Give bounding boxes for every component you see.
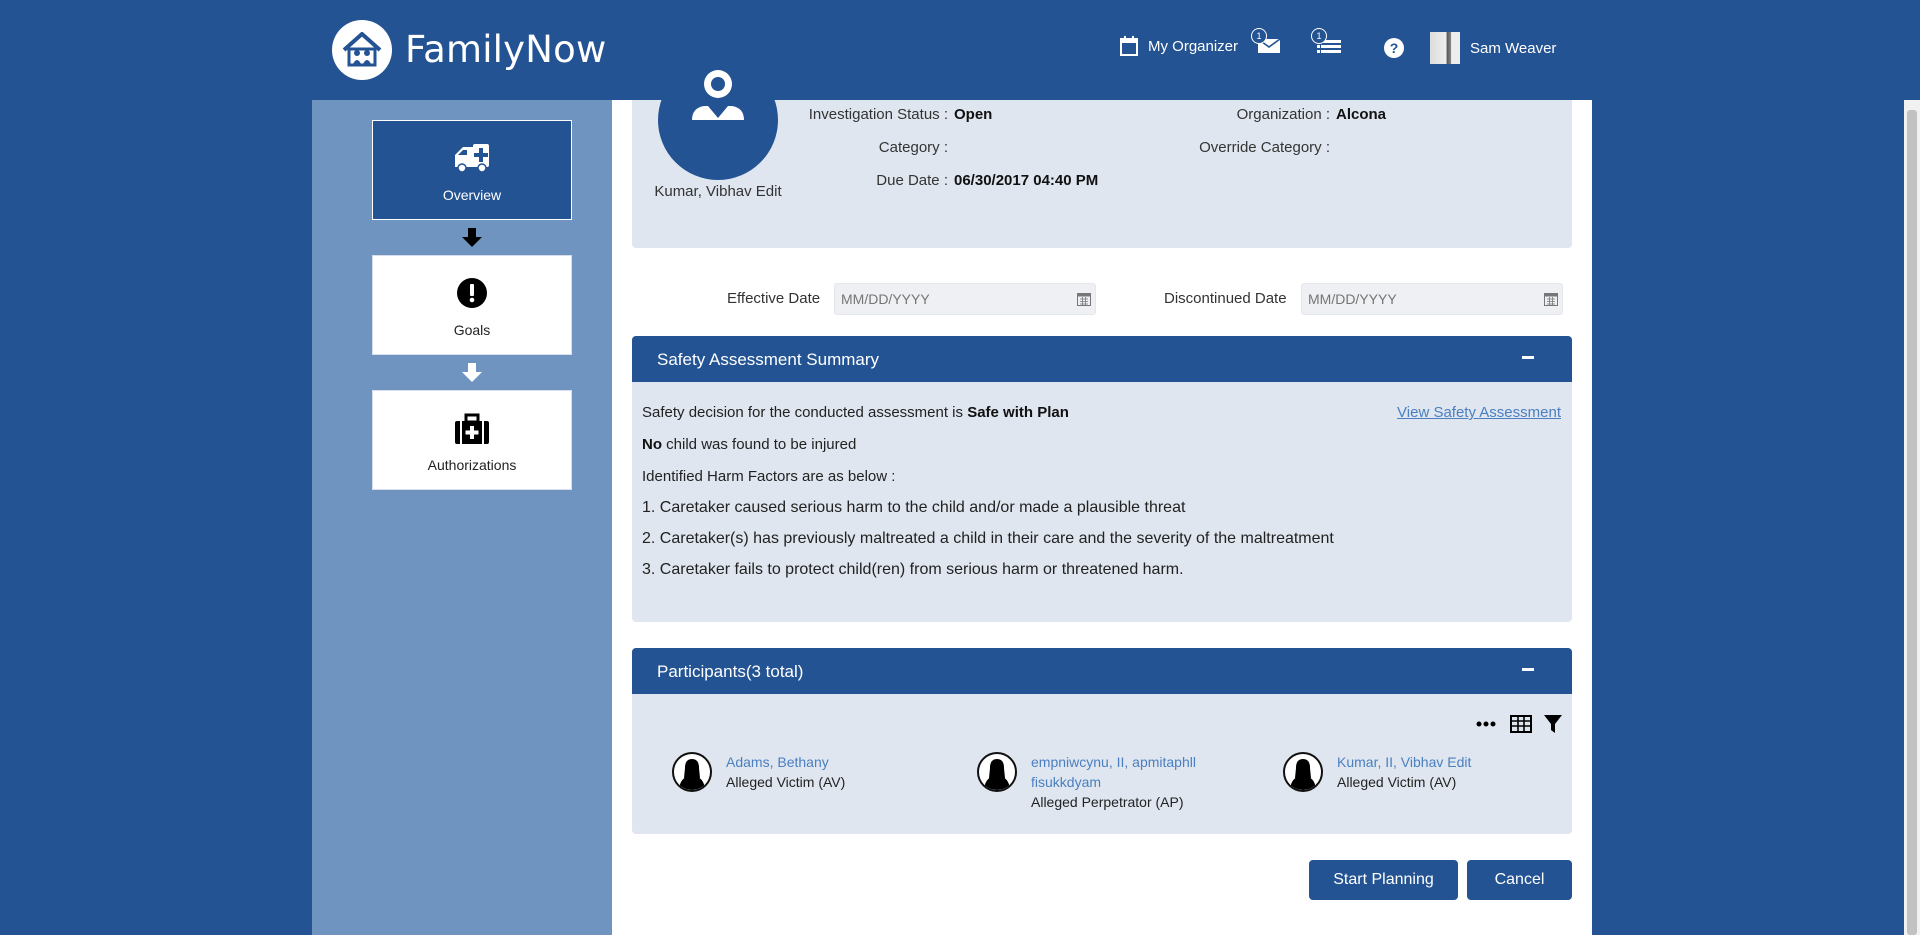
due-date-value: 06/30/2017 04:40 PM (954, 172, 1099, 189)
step-goals[interactable]: Goals (372, 255, 572, 355)
filter-icon[interactable] (1544, 714, 1562, 734)
participant-card[interactable]: Kumar, II, Vibhav Edit Alleged Victim (A… (1283, 752, 1471, 792)
my-organizer-label: My Organizer (1148, 37, 1239, 55)
step-goals-label: Goals (453, 322, 491, 338)
participant-role: Alleged Victim (AV) (726, 774, 846, 790)
user-name: Sam Weaver (1470, 39, 1557, 57)
participant-role: Alleged Perpetrator (AP) (1031, 794, 1184, 810)
user-menu[interactable]: Sam Weaver (1430, 32, 1556, 64)
tasks-button[interactable]: 1 (1311, 28, 1343, 56)
harm-factors-intro: Identified Harm Factors are as below : (642, 468, 896, 485)
messages-count-badge: 1 (1251, 28, 1267, 44)
harm-factor-item: 2. Caretaker(s) has previously maltreate… (642, 530, 1334, 547)
calendar-icon (1120, 36, 1138, 56)
safety-decision-value: Safe with Plan (967, 404, 1069, 421)
collapse-icon[interactable] (1522, 356, 1534, 359)
medkit-icon (455, 413, 489, 444)
safety-assessment-title: Safety Assessment Summary (657, 350, 880, 369)
investigation-status: Investigation Status : Open (700, 106, 993, 123)
participant-name[interactable]: Kumar, II, Vibhav Edit (1337, 752, 1471, 772)
effective-date-label: Effective Date (727, 290, 821, 307)
injury-status-text: child was found to be injured (666, 436, 857, 453)
override-category: Override Category : (1100, 139, 1336, 156)
participants-header[interactable]: Participants(3 total) (632, 648, 1572, 694)
safety-assessment-header[interactable]: Safety Assessment Summary (632, 336, 1572, 382)
participant-avatar-icon (977, 752, 1017, 792)
participants-toolbar (1476, 714, 1562, 734)
investigation-status-label: Investigation Status : (808, 106, 948, 123)
due-date: Due Date : 06/30/2017 04:40 PM (700, 172, 1098, 189)
safety-decision: Safety decision for the conducted assess… (642, 404, 1069, 421)
top-bar (0, 0, 1920, 100)
due-date-label: Due Date : (876, 172, 948, 189)
step-overview[interactable]: Overview (372, 120, 572, 220)
calendar-icon[interactable] (1544, 292, 1558, 306)
injury-status: No child was found to be injured (642, 436, 856, 453)
cancel-button[interactable]: Cancel (1467, 860, 1572, 900)
brand-name: FamilyNow (405, 28, 607, 71)
participant-avatar-icon (672, 752, 712, 792)
participant-role: Alleged Victim (AV) (1337, 774, 1457, 790)
my-organizer-link[interactable]: My Organizer (1120, 36, 1238, 56)
step-overview-label: Overview (442, 187, 502, 203)
safety-decision-prefix: Safety decision for the conducted assess… (642, 404, 964, 421)
participant-avatar-icon (1283, 752, 1323, 792)
table-view-icon[interactable] (1510, 715, 1532, 733)
discontinued-date-label: Discontinued Date (1164, 290, 1287, 307)
collapse-icon[interactable] (1522, 668, 1534, 671)
sidebar (312, 100, 612, 935)
help-icon[interactable]: ? (1384, 38, 1404, 58)
messages-button[interactable]: 1 (1251, 28, 1281, 54)
injury-status-bold: No (642, 436, 662, 453)
harm-factor-item: 3. Caretaker fails to protect child(ren)… (642, 561, 1184, 578)
family-house-icon (342, 32, 382, 67)
ambulance-icon (455, 144, 489, 173)
discontinued-date-input[interactable] (1301, 283, 1563, 315)
override-category-label: Override Category : (1199, 139, 1330, 156)
scrollbar-thumb[interactable] (1907, 110, 1917, 935)
calendar-icon[interactable] (1077, 292, 1091, 306)
exclamation-circle-icon (457, 278, 487, 308)
harm-factor-item: 1. Caretaker caused serious harm to the … (642, 499, 1186, 516)
participant-name[interactable]: empniwcynu, II, apmitaphll fisukkdyam (1031, 752, 1231, 792)
participants-title: Participants(3 total) (657, 662, 804, 681)
effective-date-input[interactable] (834, 283, 1096, 315)
organization-label: Organization : (1236, 106, 1330, 123)
category: Category : (700, 139, 954, 156)
arrow-down-icon (460, 363, 484, 385)
more-options-icon[interactable] (1476, 721, 1496, 727)
step-authorizations-label: Authorizations (427, 457, 517, 473)
tasks-count-badge: 1 (1311, 28, 1327, 44)
category-label: Category : (878, 139, 948, 156)
arrow-down-icon (460, 228, 484, 250)
participant-name[interactable]: Adams, Bethany (726, 752, 845, 772)
organization: Organization : Alcona (1100, 106, 1386, 123)
user-avatar (1430, 32, 1460, 64)
start-planning-button[interactable]: Start Planning (1309, 860, 1458, 900)
step-authorizations[interactable]: Authorizations (372, 390, 572, 490)
view-safety-assessment-link[interactable]: View Safety Assessment (1397, 404, 1561, 421)
participant-card[interactable]: empniwcynu, II, apmitaphll fisukkdyam Al… (977, 752, 1231, 812)
investigation-status-value: Open (954, 106, 993, 123)
participant-card[interactable]: Adams, Bethany Alleged Victim (AV) (672, 752, 845, 792)
organization-value: Alcona (1336, 106, 1387, 123)
familynow-logo[interactable] (332, 20, 392, 80)
